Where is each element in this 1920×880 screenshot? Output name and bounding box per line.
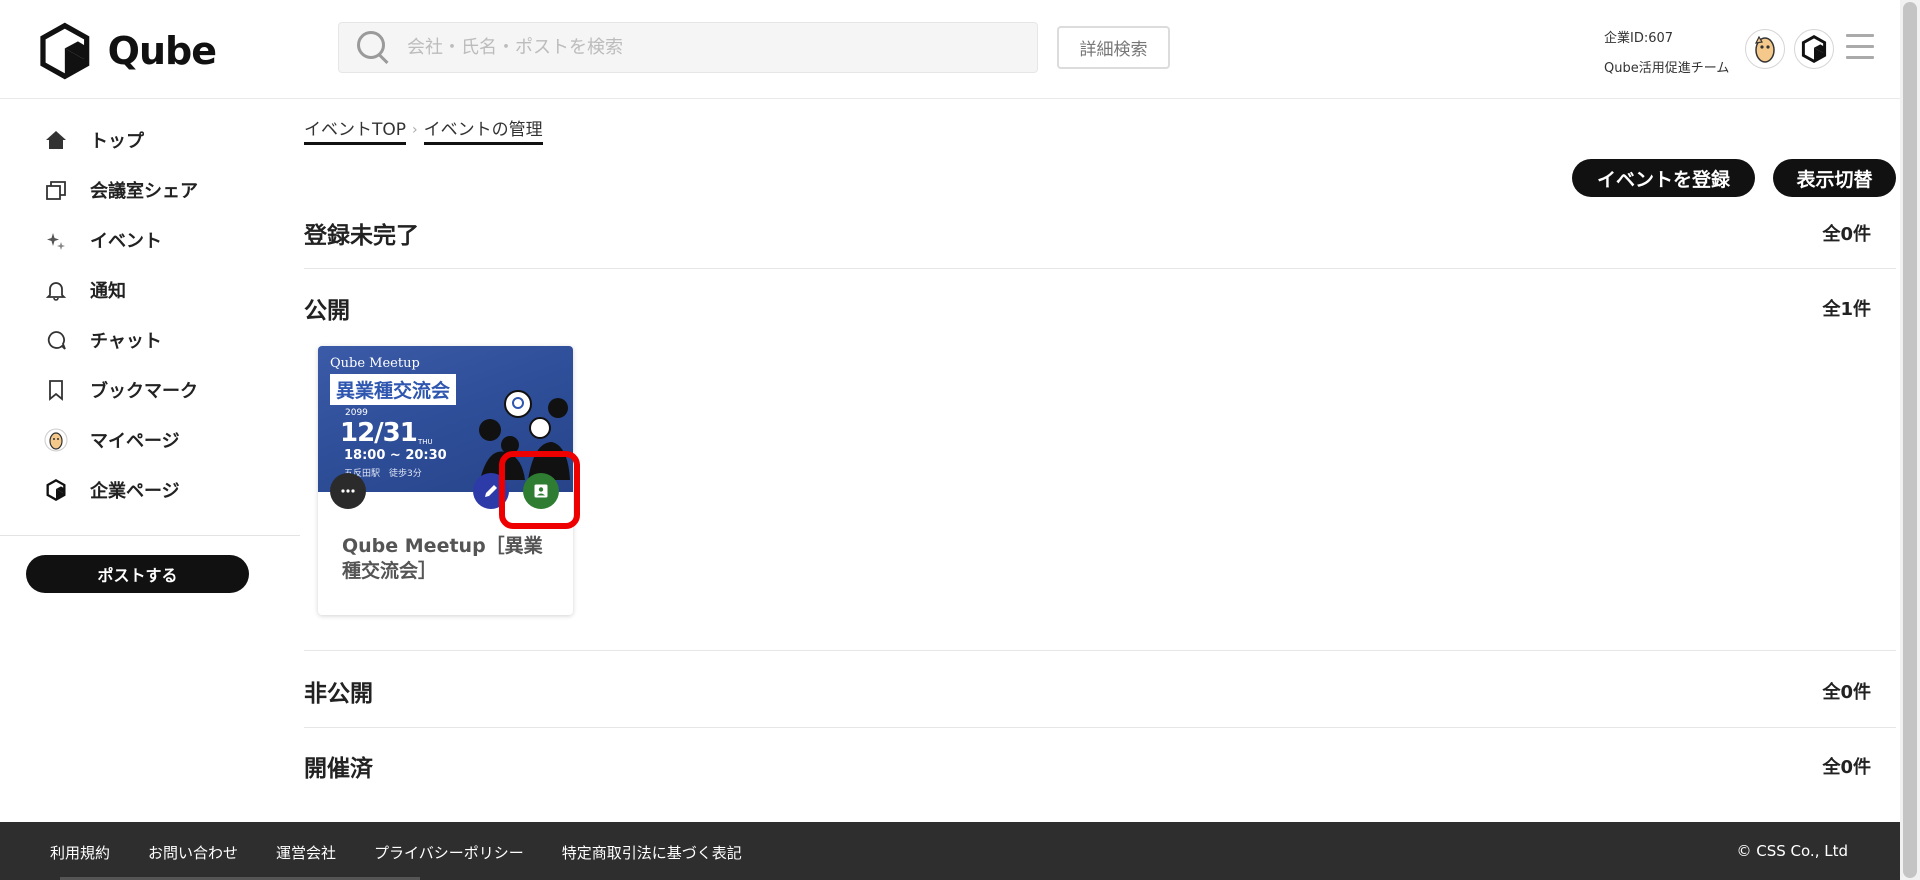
switch-view-button[interactable]: 表示切替 — [1773, 159, 1896, 197]
qube-logo[interactable]: Qube — [36, 16, 217, 86]
sidebar-item-notification[interactable]: 通知 — [40, 268, 280, 312]
thumbnail-banner: 異業種交流会 — [330, 374, 457, 405]
chat-bubble-icon — [40, 324, 72, 356]
company-id: 企業ID:607 — [1604, 31, 1674, 46]
sidebar-item-label: チャット — [90, 331, 162, 352]
meeting-room-icon — [40, 174, 72, 206]
section-divider — [304, 650, 1896, 651]
qube-logo-icon — [40, 22, 90, 80]
section-private[interactable]: 非公開 全0件 — [304, 656, 1896, 726]
breadcrumb: イベントTOP › イベントの管理 — [304, 115, 543, 145]
section-incomplete[interactable]: 登録未完了 全0件 — [304, 198, 1896, 268]
thumbnail-time: 18:00 ~ 20:30 — [344, 448, 447, 463]
bookmark-icon — [40, 374, 72, 406]
top-header: Qube 詳細検索 企業ID:607 Qube活用促進チーム — [0, 0, 1900, 99]
footer-link-contact[interactable]: お問い合わせ — [148, 842, 238, 863]
footer-link-privacy[interactable]: プライバシーポリシー — [374, 842, 524, 863]
section-finished[interactable]: 開催済 全0件 — [304, 731, 1896, 801]
breadcrumb-event-manage[interactable]: イベントの管理 — [423, 115, 543, 145]
thumbnail-year: 2099 — [345, 408, 368, 418]
more-icon — [341, 489, 355, 493]
advanced-search-button[interactable]: 詳細検索 — [1057, 26, 1170, 69]
section-count: 全0件 — [1822, 757, 1871, 778]
section-title: 非公開 — [304, 681, 373, 707]
sidebar-item-event[interactable]: イベント — [40, 218, 280, 262]
sidebar-item-label: 会議室シェア — [90, 181, 198, 202]
user-avatar[interactable] — [1745, 29, 1785, 69]
company-logo-icon — [40, 474, 72, 506]
logo-text: Qube — [107, 29, 217, 73]
sidebar-item-label: 企業ページ — [90, 481, 180, 502]
highlight-box — [499, 451, 580, 529]
search-input[interactable] — [407, 37, 1007, 58]
footer: 利用規約 お問い合わせ 運営会社 プライバシーポリシー 特定商取引法に基づく表記… — [0, 822, 1900, 880]
post-button[interactable]: ポストする — [26, 555, 249, 593]
sidebar: トップ 会議室シェア イベント 通知 チャット ブックマーク マイページ 企業ペ… — [0, 100, 300, 820]
more-options-button[interactable] — [330, 473, 366, 509]
footer-links: 利用規約 お問い合わせ 運営会社 プライバシーポリシー 特定商取引法に基づく表記 — [50, 842, 780, 863]
sidebar-item-bookmark[interactable]: ブックマーク — [40, 368, 280, 412]
user-avatar-icon — [40, 424, 72, 456]
search-icon[interactable] — [353, 28, 393, 68]
sidebar-item-chat[interactable]: チャット — [40, 318, 280, 362]
footer-link-terms[interactable]: 利用規約 — [50, 842, 110, 863]
section-divider — [304, 727, 1896, 728]
company-logo-icon — [1801, 35, 1827, 63]
company-info: 企業ID:607 Qube活用促進チーム — [1604, 24, 1729, 84]
section-count: 全0件 — [1822, 682, 1871, 703]
search-bar — [338, 22, 1038, 73]
bell-icon — [40, 274, 72, 306]
sidebar-item-meeting-room[interactable]: 会議室シェア — [40, 168, 280, 212]
section-public[interactable]: 公開 全1件 — [304, 273, 1896, 343]
event-card-title[interactable]: Qube Meetup［異業種交流会］ — [342, 534, 552, 584]
section-title: 公開 — [304, 298, 350, 324]
sidebar-item-top[interactable]: トップ — [40, 118, 280, 162]
section-count: 全0件 — [1822, 224, 1871, 245]
user-avatar-icon — [1754, 35, 1775, 63]
thumbnail-date: 12/31 — [340, 418, 418, 448]
copyright: © CSS Co., Ltd — [1736, 842, 1848, 860]
section-title: 登録未完了 — [304, 223, 419, 249]
breadcrumb-separator: › — [412, 122, 418, 138]
thumbnail-brand: Qube Meetup — [330, 356, 420, 371]
breadcrumb-event-top[interactable]: イベントTOP — [304, 115, 407, 145]
sidebar-item-label: ブックマーク — [90, 381, 198, 402]
home-icon — [40, 124, 72, 156]
scrollbar-thumb[interactable] — [1903, 2, 1917, 878]
sidebar-item-label: 通知 — [90, 281, 126, 302]
pencil-icon — [485, 485, 497, 497]
sidebar-item-label: イベント — [90, 231, 162, 252]
sidebar-item-label: マイページ — [90, 431, 180, 452]
thumbnail-day-of-week: THU — [418, 438, 433, 446]
section-title: 開催済 — [304, 756, 373, 782]
sidebar-item-mypage[interactable]: マイページ — [40, 418, 280, 462]
section-divider — [304, 268, 1896, 269]
sidebar-item-label: トップ — [90, 131, 144, 152]
team-name: Qube活用促進チーム — [1604, 61, 1730, 76]
sparkle-icon — [40, 224, 72, 256]
company-avatar[interactable] — [1794, 29, 1834, 69]
register-event-button[interactable]: イベントを登録 — [1572, 159, 1755, 197]
section-count: 全1件 — [1822, 299, 1871, 320]
hamburger-menu-icon[interactable] — [1846, 34, 1874, 64]
footer-link-commerce-law[interactable]: 特定商取引法に基づく表記 — [562, 842, 742, 863]
sidebar-item-company[interactable]: 企業ページ — [40, 468, 280, 512]
footer-link-company[interactable]: 運営会社 — [276, 842, 336, 863]
sidebar-divider — [0, 535, 300, 536]
